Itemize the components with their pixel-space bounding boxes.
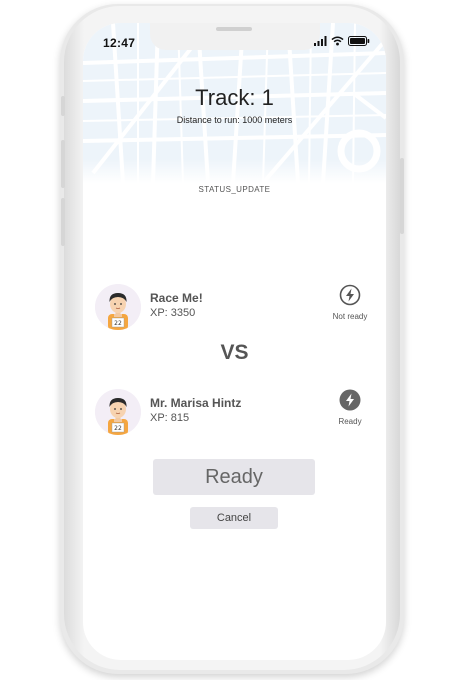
lightning-filled-icon [339, 389, 361, 411]
runner-avatar-icon: 22 [95, 389, 141, 435]
phone-volume-down [61, 198, 65, 246]
status-update-text: STATUS_UPDATE [198, 185, 271, 194]
player-status-label: Ready [338, 417, 362, 426]
player-name: Race Me! [150, 291, 203, 305]
svg-text:22: 22 [114, 425, 122, 432]
track-title: Track: 1 [195, 85, 274, 110]
ready-button[interactable]: Ready [153, 459, 315, 495]
battery-icon [348, 36, 370, 46]
app-screen: 12:47 Track: 1 Distance to run: 1000 met… [83, 23, 386, 660]
player-xp: XP: 3350 [150, 307, 196, 319]
phone-mute-switch [61, 96, 65, 116]
status-bar-icons [314, 36, 370, 46]
phone-volume-up [61, 140, 65, 188]
player-name: Mr. Marisa Hintz [150, 396, 242, 410]
cancel-button[interactable]: Cancel [190, 507, 278, 529]
svg-text:22: 22 [114, 320, 122, 327]
player-status-label: Not ready [332, 312, 368, 321]
player-status: Not ready [325, 284, 375, 321]
distance-subtitle: Distance to run: 1000 meters [176, 115, 293, 125]
player-card-opponent: 22 Race Me! XP: 3350 Not ready [95, 284, 375, 334]
phone-power-button [400, 158, 404, 234]
phone-speaker [216, 27, 252, 31]
wifi-icon [331, 36, 344, 46]
runner-avatar-icon: 22 [95, 284, 141, 330]
avatar: 22 [95, 284, 141, 330]
signal-icon [314, 36, 327, 46]
versus-label: VS [220, 341, 249, 364]
avatar: 22 [95, 389, 141, 435]
player-status: Ready [325, 389, 375, 426]
status-bar-time: 12:47 [103, 36, 136, 50]
player-card-self: 22 Mr. Marisa Hintz XP: 815 Ready [95, 389, 375, 439]
lightning-outline-icon [339, 284, 361, 306]
player-xp: XP: 815 [150, 412, 190, 424]
